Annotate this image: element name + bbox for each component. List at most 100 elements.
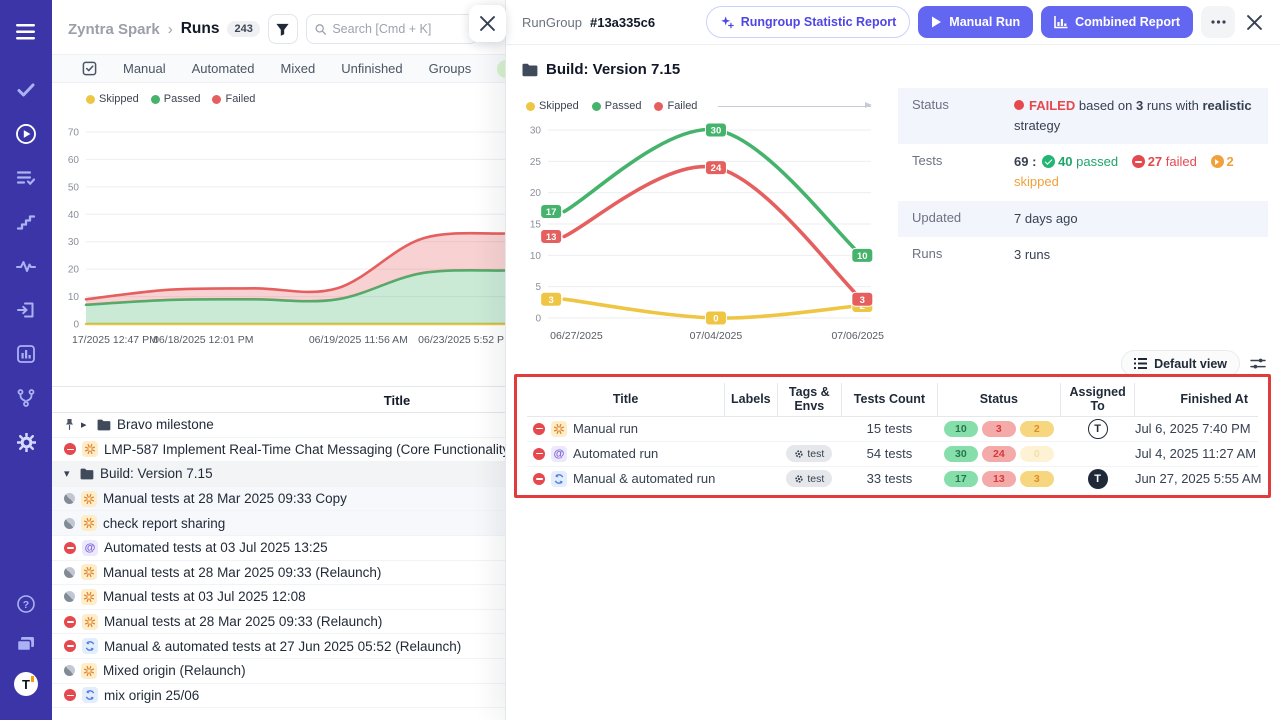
svg-text:?: ? <box>23 599 29 611</box>
pin-icon[interactable] <box>64 418 75 431</box>
column-header-labels[interactable]: Labels <box>725 383 777 416</box>
breadcrumb-page[interactable]: Runs <box>181 20 220 38</box>
column-header-tags-envs[interactable]: Tags & Envs <box>777 383 842 416</box>
breadcrumb-project[interactable]: Zyntra Spark <box>68 21 160 38</box>
column-header-title[interactable]: Title <box>527 383 725 416</box>
legend-skipped[interactable]: Skipped <box>526 100 579 112</box>
run-title: Manual run <box>573 421 638 436</box>
rungroup-info: Status FAILED based on 3 runs with reali… <box>898 88 1268 273</box>
passed-count-pill: 10 <box>944 421 978 437</box>
tab-manual[interactable]: Manual <box>123 61 166 76</box>
legend-failed[interactable]: Failed <box>654 100 697 112</box>
failed-icon <box>1132 155 1145 168</box>
table-row[interactable]: Manual run15 tests1032TJul 6, 2025 7:40 … <box>527 416 1258 441</box>
column-header-assigned-to[interactable]: Assigned To <box>1060 383 1135 416</box>
run-title: Manual tests at 28 Mar 2025 09:33 (Relau… <box>103 565 381 580</box>
import-icon[interactable] <box>8 292 44 328</box>
rungroup-statistic-report-button[interactable]: Rungroup Statistic Report <box>706 6 911 38</box>
run-list-item[interactable]: ▸Bravo milestone <box>52 413 505 438</box>
group-chart-legend: Skipped Passed Failed <box>526 100 871 112</box>
run-list-item[interactable]: ▾Build: Version 7.15 <box>52 462 505 487</box>
user-avatar[interactable]: T <box>8 666 44 702</box>
select-runs-icon[interactable] <box>82 61 97 76</box>
failed-status-icon <box>64 616 76 628</box>
tab-groups[interactable]: Groups <box>429 61 472 76</box>
table-settings-icon[interactable] <box>1250 357 1266 371</box>
list-view-icon <box>1134 358 1147 369</box>
svg-text:10: 10 <box>530 251 542 262</box>
column-header-tests-count[interactable]: Tests Count <box>842 383 938 416</box>
run-list-item[interactable]: Manual & automated tests at 27 Jun 2025 … <box>52 634 505 659</box>
svg-text:20: 20 <box>530 188 542 199</box>
legend-failed[interactable]: Failed <box>212 93 255 105</box>
runs-icon[interactable] <box>8 116 44 152</box>
mixed-run-icon <box>551 471 567 487</box>
run-list-item[interactable]: Manual tests at 28 Mar 2025 09:33 Copy <box>52 487 505 512</box>
status-cell: 1032 <box>937 416 1060 441</box>
manual-run-icon <box>81 564 97 580</box>
caret-right-icon[interactable]: ▸ <box>81 418 91 431</box>
menu-icon[interactable] <box>8 14 44 50</box>
help-icon[interactable]: ? <box>8 586 44 622</box>
svg-text:10: 10 <box>857 251 868 262</box>
column-header-finished-at[interactable]: Finished At <box>1135 383 1258 416</box>
default-view-button[interactable]: Default view <box>1121 350 1240 377</box>
run-list-item[interactable]: Manual tests at 28 Mar 2025 09:33 (Relau… <box>52 561 505 586</box>
run-list-item[interactable]: @Automated tests at 03 Jul 2025 13:25 <box>52 536 505 561</box>
svg-text:70: 70 <box>68 128 80 139</box>
runs-history-chart: 01020304050607017/2025 12:47 PM06/18/202… <box>52 120 505 348</box>
search-box[interactable] <box>306 14 478 44</box>
table-row[interactable]: Manual & automated runtest33 tests17133T… <box>527 466 1258 491</box>
tab-mixed[interactable]: Mixed <box>281 61 316 76</box>
column-header-status[interactable]: Status <box>937 383 1060 416</box>
drawer-close-button[interactable] <box>469 5 506 42</box>
workspace-tag[interactable]: test work <box>497 60 505 78</box>
svg-text:10: 10 <box>68 292 80 303</box>
run-list-item[interactable]: check report sharing <box>52 511 505 536</box>
branches-icon[interactable] <box>8 380 44 416</box>
tag-pill[interactable]: test <box>786 445 832 462</box>
manual-run-button[interactable]: Manual Run <box>918 6 1033 38</box>
tab-unfinished[interactable]: Unfinished <box>341 61 402 76</box>
finished-at-cell: Jul 4, 2025 11:27 AM <box>1135 441 1258 466</box>
tab-automated[interactable]: Automated <box>192 61 255 76</box>
settings-icon[interactable] <box>8 424 44 460</box>
run-title: mix origin 25/06 <box>104 688 199 703</box>
unfinished-status-icon <box>64 591 75 602</box>
svg-text:3: 3 <box>549 295 554 306</box>
plans-icon[interactable] <box>8 160 44 196</box>
labels-cell <box>725 466 777 491</box>
run-list-item[interactable]: mix origin 25/06 <box>52 684 505 709</box>
more-actions-button[interactable] <box>1201 6 1235 38</box>
run-list-item[interactable]: LMP-587 Implement Real-Time Chat Messagi… <box>52 438 505 463</box>
status-cell: 30240 <box>937 441 1060 466</box>
filter-button[interactable] <box>268 14 298 44</box>
legend-passed[interactable]: Passed <box>592 100 642 112</box>
analytics-icon[interactable] <box>8 336 44 372</box>
legend-passed[interactable]: Passed <box>151 93 201 105</box>
automated-run-icon: @ <box>82 540 98 556</box>
run-list-item[interactable]: Manual tests at 28 Mar 2025 09:33 (Relau… <box>52 610 505 635</box>
search-input[interactable] <box>332 22 469 36</box>
table-row[interactable]: @Automated runtest54 tests30240Jul 4, 20… <box>527 441 1258 466</box>
activity-icon[interactable] <box>8 248 44 284</box>
combined-report-button[interactable]: Combined Report <box>1041 6 1193 38</box>
legend-skipped[interactable]: Skipped <box>86 93 139 105</box>
drawer-close-icon[interactable] <box>1243 11 1266 34</box>
tag-pill[interactable]: test <box>786 470 832 487</box>
run-list-item[interactable]: Mixed origin (Relaunch) <box>52 659 505 684</box>
manual-run-icon <box>82 441 98 457</box>
milestones-icon[interactable] <box>8 204 44 240</box>
runs-count-badge: 243 <box>227 21 259 37</box>
labels-cell <box>725 441 777 466</box>
run-list-item[interactable]: Manual tests at 03 Jul 2025 12:08 <box>52 585 505 610</box>
bar-chart-icon <box>1054 16 1068 29</box>
ellipsis-icon <box>1211 20 1226 24</box>
projects-icon[interactable] <box>8 626 44 662</box>
passed-count-pill: 17 <box>944 471 978 487</box>
caret-down-icon[interactable]: ▾ <box>64 467 74 480</box>
run-title: Manual & automated tests at 27 Jun 2025 … <box>104 639 461 654</box>
status-cell: 17133 <box>937 466 1060 491</box>
tests-icon[interactable] <box>8 72 44 108</box>
run-title: Manual & automated run <box>573 471 715 486</box>
